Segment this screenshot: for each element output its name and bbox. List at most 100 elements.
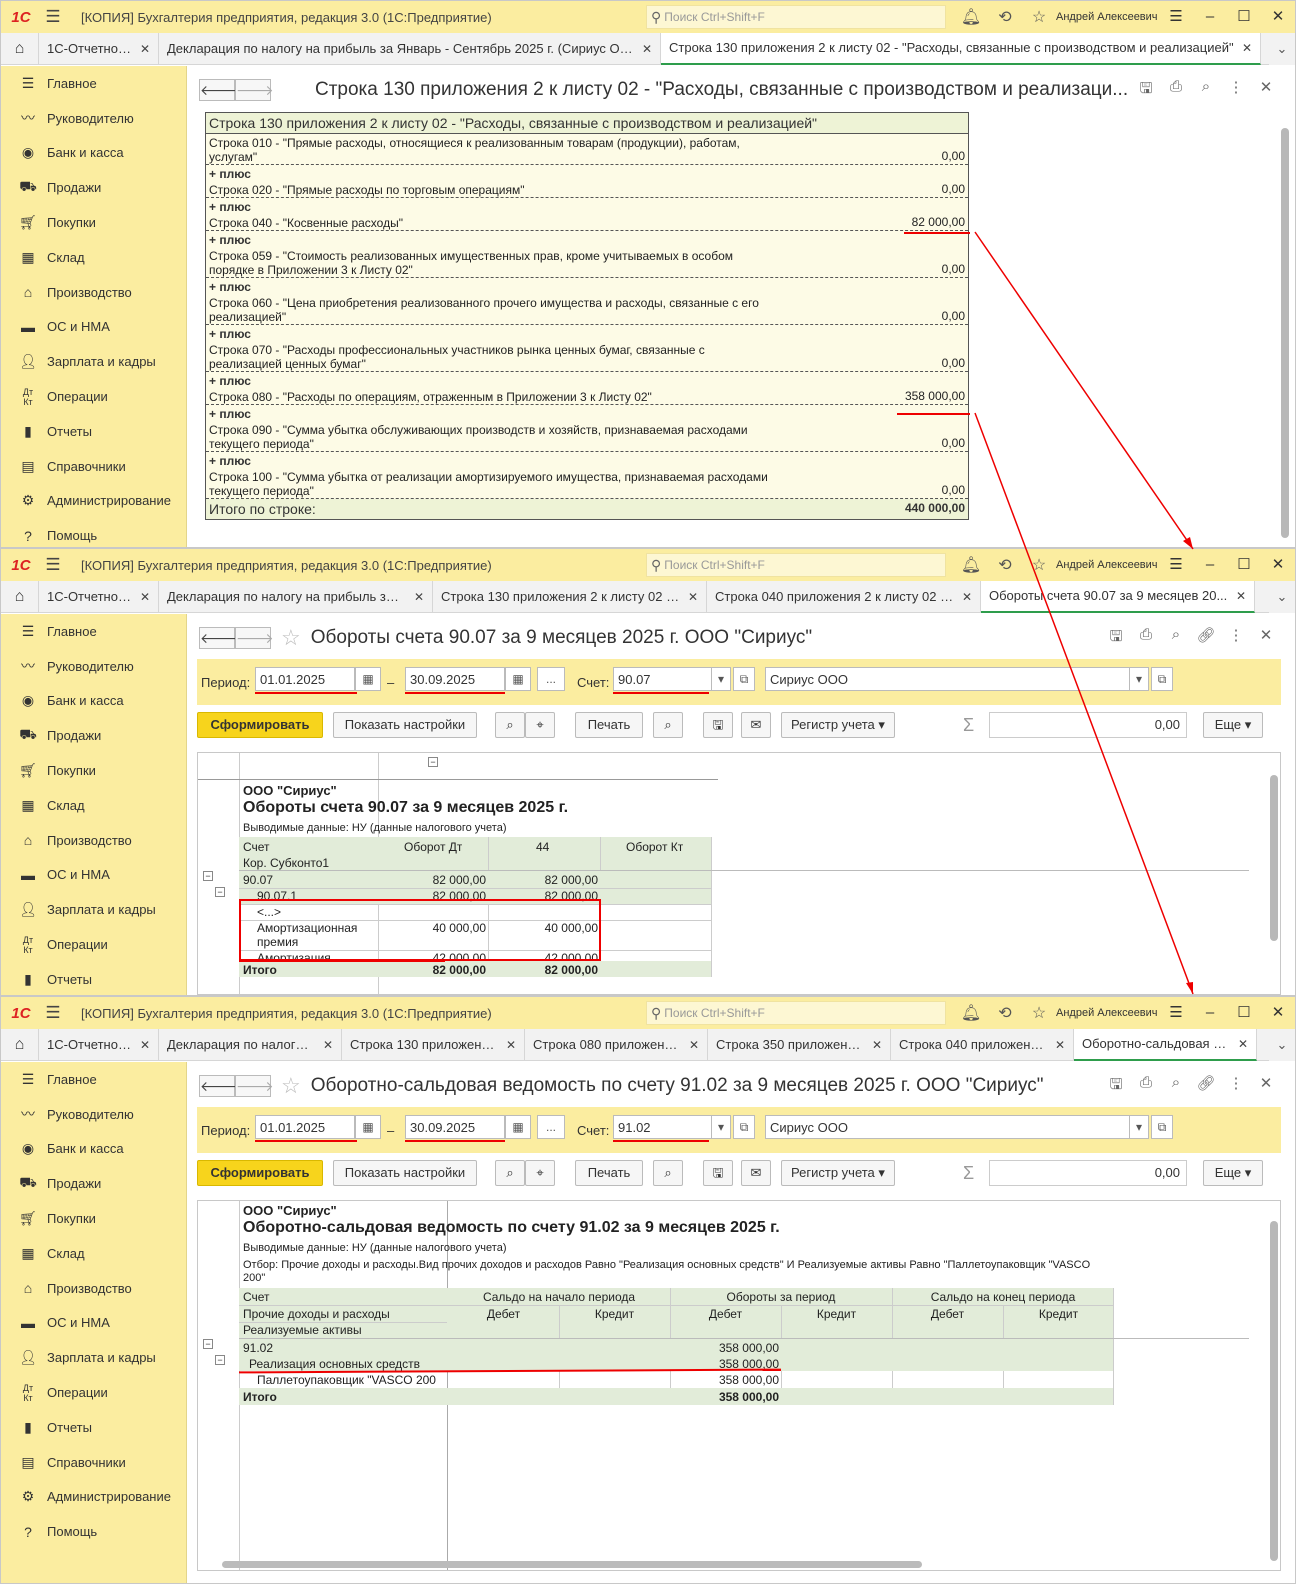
close-form-icon[interactable]: ✕ bbox=[1251, 78, 1281, 103]
row-name[interactable]: 90.07 bbox=[243, 873, 273, 887]
open-icon[interactable]: ⧉ bbox=[1151, 667, 1173, 691]
sidebar-item-salary[interactable]: 👤︎ Зарплата и кадры bbox=[1, 344, 186, 379]
sidebar-item-assets[interactable]: ▬ ОС и НМА bbox=[1, 858, 186, 893]
tab-declaration[interactable]: Декларация по налогу на прибыль за Январ… bbox=[159, 33, 661, 65]
show-settings-button[interactable]: Показать настройки bbox=[333, 1160, 477, 1186]
print-icon[interactable]: ⎙ bbox=[1131, 1074, 1161, 1099]
preview-icon[interactable]: ⌕ bbox=[1161, 1074, 1191, 1099]
global-search-input[interactable]: ⚲ Поиск Ctrl+Shift+F bbox=[646, 1001, 946, 1025]
period-select-button[interactable]: ... bbox=[537, 667, 565, 691]
dropdown-icon[interactable]: ▾ bbox=[711, 667, 731, 691]
search-settings-button[interactable]: ⌖ bbox=[525, 1160, 555, 1186]
tab-line-130[interactable]: Строка 130 приложени... ✕ bbox=[342, 1029, 525, 1061]
row-value[interactable]: 0,00 bbox=[942, 149, 965, 163]
tab-line-350[interactable]: Строка 350 приложени... ✕ bbox=[708, 1029, 891, 1061]
print-button[interactable]: Печать bbox=[575, 712, 643, 738]
favorites-star-icon[interactable]: ☆ bbox=[1022, 1003, 1056, 1023]
sidebar-item-main[interactable]: ☰ Главное bbox=[1, 66, 186, 101]
minimize-icon[interactable]: – bbox=[1193, 997, 1227, 1029]
calendar-icon[interactable]: ▦ bbox=[505, 667, 531, 691]
bell-icon[interactable]: 🔔︎ bbox=[954, 1003, 988, 1023]
save-icon[interactable]: 🖫 bbox=[1131, 78, 1161, 103]
sidebar-item-reports[interactable]: ▮ Отчеты bbox=[1, 1410, 186, 1445]
generate-button[interactable]: Сформировать bbox=[197, 712, 323, 738]
sidebar-item-production[interactable]: ⌂ Производство bbox=[1, 1271, 186, 1306]
calendar-icon[interactable]: ▦ bbox=[505, 1115, 531, 1139]
close-form-icon[interactable]: ✕ bbox=[1251, 1074, 1281, 1099]
sidebar-item-warehouse[interactable]: ▦ Склад bbox=[1, 788, 186, 823]
date-to-input[interactable]: 30.09.2025 bbox=[405, 1115, 505, 1139]
row-value[interactable]: 0,00 bbox=[942, 182, 965, 196]
row-name[interactable]: Реализация основных средств bbox=[249, 1357, 420, 1371]
forward-button[interactable]: 🡒 bbox=[235, 1075, 274, 1097]
sidebar-item-production[interactable]: ⌂ Производство bbox=[1, 823, 186, 858]
sidebar-item-sales[interactable]: ⛟ Продажи bbox=[1, 718, 186, 753]
declaration-row[interactable]: Строка 059 - "Стоимость реализованных им… bbox=[206, 247, 968, 278]
sidebar-item-reports[interactable]: ▮ Отчеты bbox=[1, 962, 186, 995]
scrollbar[interactable] bbox=[1281, 128, 1289, 538]
preview-button[interactable]: ⌕ bbox=[653, 712, 683, 738]
row-name[interactable]: 91.02 bbox=[243, 1341, 273, 1355]
sidebar-item-salary[interactable]: 👤︎ Зарплата и кадры bbox=[1, 892, 186, 927]
sidebar-item-catalogs[interactable]: ▤ Справочники bbox=[1, 1445, 186, 1480]
declaration-row[interactable]: Строка 010 - "Прямые расходы, относящиес… bbox=[206, 134, 968, 165]
tabs-dropdown-icon[interactable]: ⌄ bbox=[1269, 33, 1295, 65]
sidebar-item-reports[interactable]: ▮ Отчеты bbox=[1, 414, 186, 449]
sidebar-item-warehouse[interactable]: ▦ Склад bbox=[1, 240, 186, 275]
minimize-icon[interactable]: – bbox=[1193, 1, 1227, 33]
declaration-row[interactable]: Строка 020 - "Прямые расходы по торговым… bbox=[206, 181, 968, 198]
more-icon[interactable]: ⋮ bbox=[1221, 1074, 1251, 1099]
close-form-icon[interactable]: ✕ bbox=[1251, 626, 1281, 651]
organization-input[interactable]: Сириус ООО bbox=[765, 1115, 1131, 1139]
sidebar-item-catalogs[interactable]: ▤ Справочники bbox=[1, 449, 186, 484]
sidebar-item-help[interactable]: ? Помощь bbox=[1, 518, 186, 547]
organization-input[interactable]: Сириус ООО bbox=[765, 667, 1131, 691]
bell-icon[interactable]: 🔔︎ bbox=[954, 7, 988, 27]
calendar-icon[interactable]: ▦ bbox=[355, 1115, 381, 1139]
main-menu-icon[interactable]: ☰ bbox=[41, 1003, 65, 1023]
global-search-input[interactable]: ⚲ Поиск Ctrl+Shift+F bbox=[646, 553, 946, 577]
sidebar-item-warehouse[interactable]: ▦ Склад bbox=[1, 1236, 186, 1271]
favorites-star-icon[interactable]: ☆ bbox=[1022, 555, 1056, 575]
open-icon[interactable]: ⧉ bbox=[1151, 1115, 1173, 1139]
tab-reporting[interactable]: 1С-Отчетность ✕ bbox=[39, 1029, 159, 1061]
tab-declaration[interactable]: Декларация по налогу на прибыль за ... ✕ bbox=[159, 581, 433, 613]
back-button[interactable]: 🡐 bbox=[199, 79, 238, 101]
search-button[interactable]: ⌕ bbox=[495, 712, 525, 738]
show-settings-button[interactable]: Показать настройки bbox=[333, 712, 477, 738]
preview-button[interactable]: ⌕ bbox=[653, 1160, 683, 1186]
save-icon[interactable]: 🖫 bbox=[1101, 1074, 1131, 1099]
calendar-icon[interactable]: ▦ bbox=[355, 667, 381, 691]
scrollbar[interactable] bbox=[1270, 775, 1278, 941]
close-icon[interactable]: ✕ bbox=[1261, 997, 1295, 1029]
sidebar-item-bank[interactable]: ◉ Банк и касса bbox=[1, 684, 186, 719]
print-icon[interactable]: ⎙ bbox=[1131, 626, 1161, 651]
save-button[interactable]: 🖫 bbox=[703, 1160, 733, 1186]
history-icon[interactable]: ⟲ bbox=[988, 7, 1022, 27]
search-settings-button[interactable]: ⌖ bbox=[525, 712, 555, 738]
declaration-row[interactable]: Строка 070 - "Расходы профессиональных у… bbox=[206, 341, 968, 372]
forward-button[interactable]: 🡒 bbox=[235, 79, 274, 101]
sidebar-item-purchases[interactable]: 🛒︎ Покупки bbox=[1, 205, 186, 240]
more-button[interactable]: Еще ▾ bbox=[1203, 1160, 1263, 1186]
debit-turnover[interactable]: 82 000,00 bbox=[398, 873, 486, 887]
dropdown-icon[interactable]: ▾ bbox=[1129, 1115, 1149, 1139]
turnover-debit[interactable]: 358 000,00 bbox=[670, 1341, 779, 1355]
sidebar-item-admin[interactable]: ⚙ Администрирование bbox=[1, 1480, 186, 1515]
tab-line-130[interactable]: Строка 130 приложения 2 к листу 02 - ...… bbox=[433, 581, 707, 613]
sidebar-item-main[interactable]: ☰ Главное bbox=[1, 614, 186, 649]
row-value[interactable]: 0,00 bbox=[942, 356, 965, 370]
maximize-icon[interactable]: ☐ bbox=[1227, 1, 1261, 33]
sidebar-item-assets[interactable]: ▬ ОС и НМА bbox=[1, 310, 186, 345]
search-button[interactable]: ⌕ bbox=[495, 1160, 525, 1186]
sidebar-item-operations[interactable]: Дт Кт Операции bbox=[1, 927, 186, 962]
row-value[interactable]: 82 000,00 bbox=[912, 215, 965, 229]
declaration-row[interactable]: Строка 090 - "Сумма убытка обслуживающих… bbox=[206, 421, 968, 452]
tabs-dropdown-icon[interactable]: ⌄ bbox=[1269, 581, 1295, 613]
tab-close-icon[interactable]: ✕ bbox=[1242, 33, 1252, 63]
settings-icon[interactable]: ☰ bbox=[1159, 549, 1193, 581]
settings-icon[interactable]: ☰ bbox=[1159, 997, 1193, 1029]
c44-turnover[interactable]: 82 000,00 bbox=[498, 873, 598, 887]
row-value[interactable]: 358 000,00 bbox=[905, 389, 965, 403]
favorite-star-icon[interactable]: ☆ bbox=[281, 625, 301, 651]
